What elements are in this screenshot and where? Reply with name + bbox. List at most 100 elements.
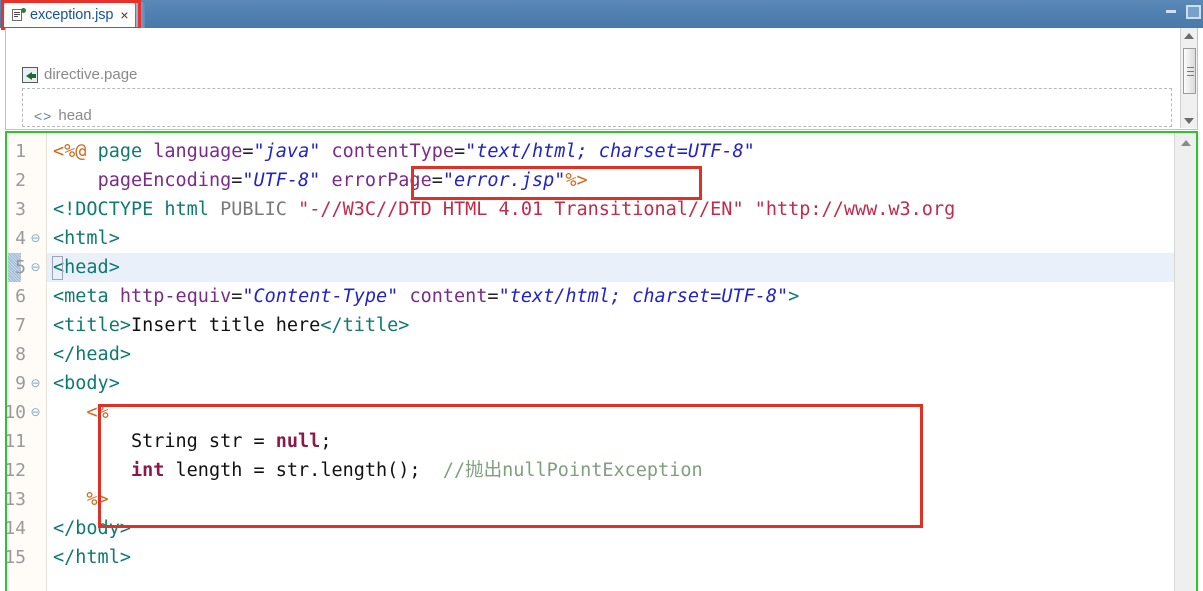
code-line-row xyxy=(47,514,1174,543)
code-token: http-equiv xyxy=(119,286,232,307)
design-pane-scrollbar[interactable] xyxy=(1180,28,1197,128)
code-token: "Content-Type" xyxy=(242,286,399,307)
line-number: 2 xyxy=(15,170,26,191)
editor-text-area[interactable]: <%@ page language="java" contentType="te… xyxy=(47,133,1174,591)
code-token: errorPage xyxy=(331,170,432,191)
code-token: <body> xyxy=(53,373,120,394)
code-line-text: <html> xyxy=(53,224,120,253)
code-token: //抛出nullPointException xyxy=(442,460,703,481)
scroll-down-icon[interactable] xyxy=(1184,118,1194,124)
line-number: 11 xyxy=(5,431,26,452)
code-token: html xyxy=(164,199,209,220)
code-line-row xyxy=(47,543,1174,572)
design-node-directive-page[interactable]: directive.page xyxy=(22,66,137,83)
code-line-text: <head> xyxy=(53,253,120,282)
line-number: 14 xyxy=(5,518,26,539)
code-line-text: </html> xyxy=(53,543,131,572)
code-token: = xyxy=(431,170,443,191)
scroll-up-icon[interactable] xyxy=(1181,140,1191,146)
code-token: = xyxy=(487,286,499,307)
code-token: %> xyxy=(565,170,588,191)
code-token: </title> xyxy=(320,315,410,336)
code-token: </body> xyxy=(53,518,131,539)
code-token: language xyxy=(153,141,243,162)
code-line-row xyxy=(47,485,1174,514)
line-number: 8 xyxy=(15,344,26,365)
code-line-text: </body> xyxy=(53,514,131,543)
code-token: > xyxy=(788,286,800,307)
scrollbar-thumb[interactable] xyxy=(1183,48,1196,94)
code-token: <html> xyxy=(53,228,120,249)
line-number: 9 xyxy=(15,373,26,394)
directive-icon xyxy=(22,66,38,83)
design-node-box-head xyxy=(22,88,1172,127)
text-cursor xyxy=(52,256,63,280)
scroll-up-icon[interactable] xyxy=(1184,33,1194,39)
code-line-text: <%@ page language="java" contentType="te… xyxy=(53,137,755,166)
line-number: 6 xyxy=(15,286,26,307)
code-line-text: <!DOCTYPE html PUBLIC "-//W3C//DTD HTML … xyxy=(53,195,955,224)
editor-tab-exception-jsp[interactable]: exception.jsp × xyxy=(4,2,135,28)
code-token: "text/html; charset=UTF-8" xyxy=(465,141,755,162)
code-token: length = str.length(); xyxy=(164,460,443,481)
code-token: "http://www.w3.org xyxy=(754,199,956,220)
line-number: 13 xyxy=(5,489,26,510)
code-line-text: <meta http-equiv="Content-Type" content=… xyxy=(53,282,799,311)
code-token: PUBLIC xyxy=(220,199,287,220)
code-token: contentType xyxy=(331,141,455,162)
code-token: <title> xyxy=(53,315,131,336)
code-token: int xyxy=(130,460,165,481)
fold-toggle-icon[interactable]: ⊖ xyxy=(29,224,42,253)
jsp-design-preview-pane[interactable]: directive.page <> head scriptlet xyxy=(5,28,1198,130)
editor-vertical-scrollbar[interactable] xyxy=(1174,133,1196,591)
code-token: "UTF-8" xyxy=(242,170,321,191)
code-line-text: <% xyxy=(53,398,109,427)
code-token: page xyxy=(97,141,143,162)
code-token: </head> xyxy=(53,344,131,365)
code-line-text: %> xyxy=(53,485,108,514)
minimize-button[interactable] xyxy=(1163,3,1179,17)
code-line-row xyxy=(47,224,1174,253)
eclipse-jsp-editor-window: exception.jsp × directive.page <> head s… xyxy=(0,0,1203,591)
line-number: 12 xyxy=(5,460,26,481)
window-controls xyxy=(1163,3,1201,19)
tab-trailing-edge xyxy=(136,2,145,28)
jsp-file-icon xyxy=(11,8,26,22)
code-token: <!DOCTYPE xyxy=(53,199,154,220)
code-token: <% xyxy=(86,402,109,423)
code-line-row xyxy=(47,369,1174,398)
code-token: <head> xyxy=(53,257,120,278)
line-number: 7 xyxy=(15,315,26,336)
line-number: 5 xyxy=(15,257,26,278)
code-line-text: </head> xyxy=(53,340,131,369)
fold-toggle-icon[interactable]: ⊖ xyxy=(29,398,42,427)
fold-toggle-icon[interactable]: ⊖ xyxy=(29,369,42,398)
code-token: content xyxy=(409,286,488,307)
code-token: = xyxy=(454,141,466,162)
source-code-editor[interactable]: 1 2 3 4 ⊖ 5 ⊖ 6 7 8 9 ⊖ 10 ⊖ 11 12 13 14 15 <%@ page langu… xyxy=(5,131,1198,591)
editor-line-number-gutter[interactable]: 1 2 3 4 ⊖ 5 ⊖ 6 7 8 9 ⊖ 10 ⊖ 11 12 13 14 15 xyxy=(7,133,47,591)
code-line-text: String str = null; xyxy=(53,427,332,456)
close-icon[interactable]: × xyxy=(118,8,128,22)
code-token: = xyxy=(231,170,243,191)
maximize-button[interactable] xyxy=(1183,3,1201,19)
design-node-head[interactable]: <> head xyxy=(34,107,92,124)
angle-brackets-icon: <> xyxy=(34,107,53,124)
code-token: = xyxy=(242,141,254,162)
code-token: </html> xyxy=(53,547,131,568)
code-line-text: <title>Insert title here</title> xyxy=(53,311,409,340)
code-token: <meta xyxy=(53,286,109,307)
fold-toggle-icon[interactable]: ⊖ xyxy=(29,253,42,282)
